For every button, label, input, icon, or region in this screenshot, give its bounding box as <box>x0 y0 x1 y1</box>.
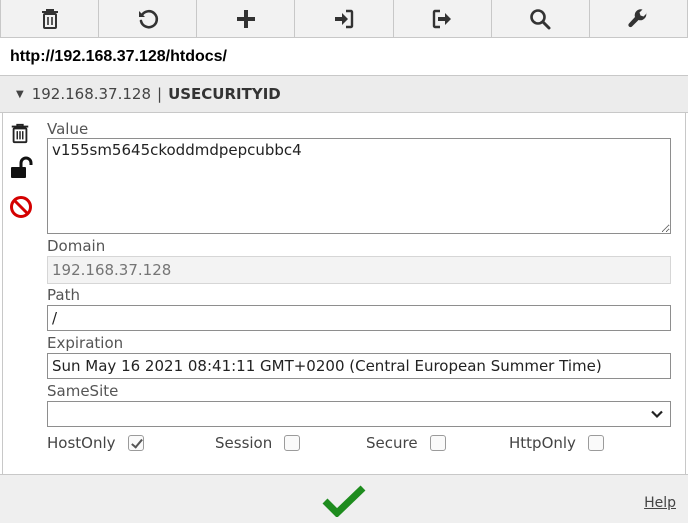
cookie-flags: HostOnly Session Secure HttpOnly <box>47 434 677 458</box>
secure-flag: Secure <box>366 434 446 452</box>
block-icon[interactable] <box>9 195 33 219</box>
export-button[interactable] <box>392 0 491 38</box>
samesite-select[interactable] <box>47 401 671 427</box>
wrench-icon <box>628 9 647 28</box>
secure-label: Secure <box>366 434 418 452</box>
path-label: Path <box>47 286 80 304</box>
trash-icon[interactable] <box>9 121 31 145</box>
session-label: Session <box>215 434 273 452</box>
add-cookie-button[interactable] <box>196 0 294 38</box>
toolbar <box>0 0 688 38</box>
httponly-flag: HttpOnly <box>509 434 604 452</box>
session-flag: Session <box>215 434 301 452</box>
reload-button[interactable] <box>98 0 196 38</box>
cookie-name: USECURITYID <box>168 84 281 103</box>
cookie-header[interactable]: ▼ 192.168.37.128 | USECURITYID <box>0 76 688 113</box>
help-link[interactable]: Help <box>644 495 676 511</box>
hostonly-checkbox[interactable] <box>127 435 144 451</box>
httponly-checkbox[interactable] <box>587 435 604 451</box>
side-actions <box>9 121 35 229</box>
samesite-label: SameSite <box>47 382 119 400</box>
expiration-label: Expiration <box>47 334 124 352</box>
caret-down-icon: ▼ <box>16 88 24 100</box>
import-button[interactable] <box>294 0 392 38</box>
plus-icon <box>236 10 255 28</box>
domain-field[interactable] <box>47 256 671 284</box>
domain-label: Domain <box>47 237 106 255</box>
options-button[interactable] <box>588 0 688 38</box>
httponly-label: HttpOnly <box>509 434 576 452</box>
hostonly-flag: HostOnly <box>47 434 144 452</box>
chevron-down-icon <box>651 410 663 419</box>
value-field[interactable]: v155sm5645ckoddmdpepcubbc4 <box>47 138 671 234</box>
sign-in-icon <box>334 9 354 29</box>
path-field[interactable] <box>47 305 671 331</box>
footer: Help <box>0 474 688 523</box>
delete-all-button[interactable] <box>0 0 98 38</box>
cookie-editor-panel: Value v155sm5645ckoddmdpepcubbc4 Domain … <box>2 113 686 474</box>
sign-out-icon <box>432 9 452 29</box>
session-checkbox[interactable] <box>284 435 301 451</box>
refresh-icon <box>138 9 158 29</box>
expiration-field[interactable] <box>47 353 671 379</box>
cookie-domain: 192.168.37.128 <box>31 84 151 103</box>
value-label: Value <box>47 120 89 138</box>
hostonly-label: HostOnly <box>47 434 116 452</box>
unlock-icon[interactable] <box>9 155 35 181</box>
current-url: http://192.168.37.128/htdocs/ <box>0 38 688 76</box>
trash-icon <box>41 9 58 29</box>
header-separator: | <box>157 84 163 103</box>
search-button[interactable] <box>490 0 589 38</box>
checkmark-icon[interactable] <box>322 485 366 517</box>
search-icon <box>530 9 551 30</box>
secure-checkbox[interactable] <box>429 435 446 451</box>
